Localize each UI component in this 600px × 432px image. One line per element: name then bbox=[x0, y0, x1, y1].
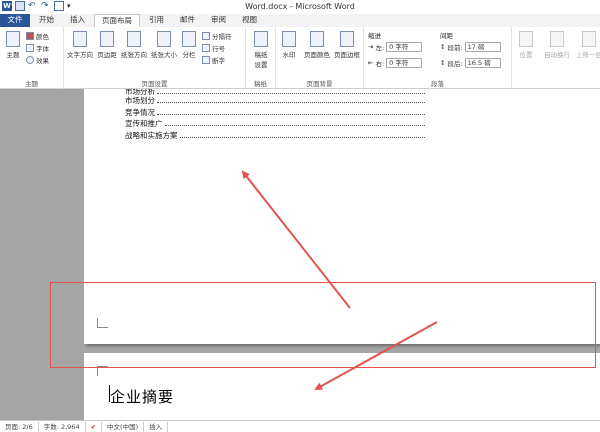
wrap-text-icon bbox=[550, 31, 564, 47]
group-label-paragraph: 段落 bbox=[431, 80, 444, 88]
colors-icon bbox=[26, 32, 34, 40]
group-manuscript: 稿纸 设置 稿纸 bbox=[246, 27, 276, 89]
indent-left-field: ⇥ 左: 0 字符 bbox=[368, 42, 423, 52]
group-page-background: 水印 页面颜色 页面边框 页面背景 bbox=[276, 27, 364, 89]
status-page[interactable]: 页面: 2/6 bbox=[0, 421, 39, 432]
tab-view[interactable]: 视图 bbox=[235, 14, 264, 27]
window-title: Word.docx - Microsoft Word bbox=[245, 2, 355, 11]
title-bar: W ↶ ↷ ▾ Word.docx - Microsoft Word bbox=[0, 0, 600, 14]
line-numbers-button[interactable]: 行号 bbox=[202, 43, 225, 53]
indent-right-field: ⇤ 右: 0 字符 bbox=[368, 58, 423, 68]
watermark-button[interactable]: 水印 bbox=[278, 31, 300, 59]
group-arrange: 位置 自动换行 上移一层 bbox=[512, 27, 600, 89]
line-numbers-icon bbox=[202, 44, 210, 52]
hyphenation-icon bbox=[202, 56, 210, 64]
spacing-after-input[interactable]: 16.5 磅 bbox=[464, 58, 501, 68]
orientation-button[interactable]: 纸张方向 bbox=[120, 31, 148, 59]
theme-effects-button[interactable]: 效果 bbox=[26, 55, 49, 65]
text-direction-icon bbox=[73, 31, 87, 47]
status-insert-mode[interactable]: 插入 bbox=[144, 421, 169, 432]
fonts-icon bbox=[26, 44, 34, 52]
orientation-icon bbox=[127, 31, 141, 47]
page-color-icon bbox=[310, 31, 324, 47]
breaks-button[interactable]: 分隔符 bbox=[202, 31, 232, 41]
theme-fonts-button[interactable]: 字体 bbox=[26, 43, 49, 53]
page-borders-button[interactable]: 页面边框 bbox=[332, 31, 362, 59]
toc-item[interactable]: 市场划分 bbox=[125, 95, 425, 107]
indent-right-input[interactable]: 0 字符 bbox=[386, 58, 423, 68]
size-button[interactable]: 纸张大小 bbox=[150, 31, 178, 59]
annotation-highlight-box bbox=[50, 282, 596, 368]
group-label-manuscript: 稿纸 bbox=[254, 80, 267, 88]
indent-left-icon: ⇥ bbox=[368, 43, 374, 51]
group-themes: 主题 颜色 字体 效果 主题 bbox=[0, 27, 64, 89]
columns-icon bbox=[182, 31, 196, 47]
spacing-before-icon: ↕ bbox=[440, 43, 446, 51]
ribbon: 主题 颜色 字体 效果 主题 文字方向 页边距 纸张方向 纸张大小 分栏 分隔符… bbox=[0, 27, 600, 89]
spacing-after-icon: ↕ bbox=[440, 59, 446, 67]
effects-icon bbox=[26, 56, 34, 64]
breaks-icon bbox=[202, 32, 210, 40]
indent-label: 缩进 bbox=[368, 32, 381, 40]
tab-file[interactable]: 文件 bbox=[0, 14, 30, 27]
spacing-before-input[interactable]: 17 磅 bbox=[464, 42, 501, 52]
status-word-count[interactable]: 字数: 2,964 bbox=[39, 421, 86, 432]
wrap-text-button[interactable]: 自动换行 bbox=[540, 31, 574, 59]
indent-right-icon: ⇤ bbox=[368, 59, 374, 67]
spacing-label: 间距 bbox=[440, 32, 453, 40]
spellcheck-icon[interactable]: ✔ bbox=[86, 421, 103, 432]
themes-icon bbox=[6, 31, 20, 47]
indent-left-input[interactable]: 0 字符 bbox=[386, 42, 423, 52]
toc-item[interactable]: 竞争情况 bbox=[125, 107, 425, 119]
tab-page-layout[interactable]: 页面布局 bbox=[94, 14, 140, 27]
margins-button[interactable]: 页边距 bbox=[96, 31, 118, 59]
text-direction-button[interactable]: 文字方向 bbox=[66, 31, 94, 59]
table-of-contents: 市场分析 市场划分 竞争情况 宣传和推广 战略和实施方案 bbox=[125, 89, 425, 141]
tab-mailings[interactable]: 邮件 bbox=[173, 14, 202, 27]
toc-item[interactable]: 战略和实施方案 bbox=[125, 130, 425, 142]
themes-button[interactable]: 主题 bbox=[3, 31, 23, 59]
position-icon bbox=[519, 31, 533, 47]
tab-review[interactable]: 审阅 bbox=[204, 14, 233, 27]
watermark-icon bbox=[282, 31, 296, 47]
manuscript-icon bbox=[254, 31, 268, 47]
columns-button[interactable]: 分栏 bbox=[180, 31, 198, 59]
group-label-themes: 主题 bbox=[25, 80, 38, 88]
bring-forward-icon bbox=[582, 31, 596, 47]
spacing-after-field: ↕ 段后: 16.5 磅 bbox=[440, 58, 501, 68]
margins-icon bbox=[100, 31, 114, 47]
status-language[interactable]: 中文(中国) bbox=[102, 421, 145, 432]
tab-insert[interactable]: 插入 bbox=[63, 14, 92, 27]
manuscript-settings-button[interactable]: 稿纸 设置 bbox=[250, 31, 272, 69]
page-color-button[interactable]: 页面颜色 bbox=[302, 31, 332, 59]
bring-forward-button[interactable]: 上移一层 bbox=[574, 31, 600, 59]
group-label-page-background: 页面背景 bbox=[306, 80, 333, 88]
document-workspace: 市场分析 市场划分 竞争情况 宣传和推广 战略和实施方案 企业摘要 bbox=[0, 89, 600, 420]
group-paragraph: 缩进 间距 ⇥ 左: 0 字符 ⇤ 右: 0 字符 ↕ 段前: 17 磅 ↕ 段… bbox=[364, 27, 512, 89]
status-bar: 页面: 2/6 字数: 2,964 ✔ 中文(中国) 插入 bbox=[0, 420, 600, 432]
tab-references[interactable]: 引用 bbox=[142, 14, 171, 27]
page-borders-icon bbox=[340, 31, 354, 47]
ribbon-tabs: 文件 开始 插入 页面布局 引用 邮件 审阅 视图 bbox=[0, 14, 600, 27]
spacing-before-field: ↕ 段前: 17 磅 bbox=[440, 42, 501, 52]
toc-item[interactable]: 宣传和推广 bbox=[125, 118, 425, 130]
paper-size-icon bbox=[157, 31, 171, 47]
left-gutter bbox=[0, 89, 84, 420]
tab-home[interactable]: 开始 bbox=[32, 14, 61, 27]
group-page-setup: 文字方向 页边距 纸张方向 纸张大小 分栏 分隔符 行号 断字 页面设置 bbox=[64, 27, 246, 89]
section-heading[interactable]: 企业摘要 bbox=[110, 386, 174, 407]
hyphenation-button[interactable]: 断字 bbox=[202, 55, 225, 65]
theme-colors-button[interactable]: 颜色 bbox=[26, 31, 49, 41]
position-button[interactable]: 位置 bbox=[514, 31, 538, 59]
group-label-page-setup: 页面设置 bbox=[141, 80, 168, 88]
